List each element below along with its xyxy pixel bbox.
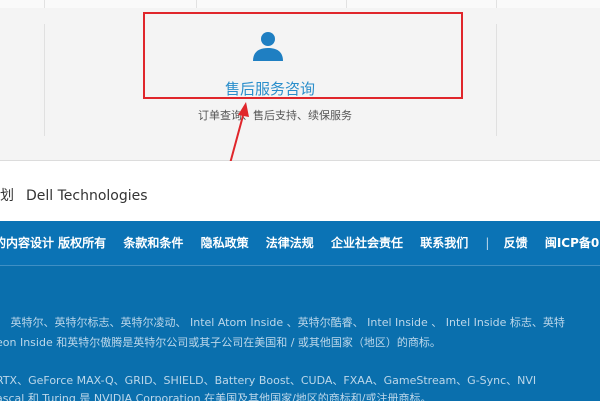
legal-text-line: eon Inside 和英特尔傲腾是英特尔公司或其子公司在美国和 / 或其他国家… <box>0 336 441 349</box>
breadcrumb-fragment: 划 <box>0 188 14 204</box>
divider <box>496 24 497 136</box>
divider <box>44 0 45 8</box>
footer-link-terms[interactable]: 条款和条件 <box>123 236 183 250</box>
footer-link-copyright[interactable]: 的内容设计 版权所有 <box>0 236 106 250</box>
user-icon[interactable] <box>250 30 286 62</box>
footer-link-feedback[interactable]: 反馈 <box>504 236 528 250</box>
legal-text-line: RTX、GeForce MAX-Q、GRID、SHIELD、Battery Bo… <box>0 374 537 387</box>
footer-link-contact[interactable]: 联系我们 <box>420 236 468 250</box>
pipe-divider: | <box>485 236 490 250</box>
legal-text-line: ascal 和 Turing 是 NVIDIA Corporation 在美国及… <box>0 392 432 401</box>
breadcrumb-company[interactable]: Dell Technologies <box>26 188 148 204</box>
footer-nav: 的内容设计 版权所有 条款和条件 隐私政策 法律法规 企业社会责任 联系我们 |… <box>0 221 600 265</box>
breadcrumb: 划 Dell Technologies <box>0 161 600 221</box>
divider <box>346 0 347 8</box>
divider <box>496 0 497 8</box>
footer-link-legal[interactable]: 法律法规 <box>266 236 314 250</box>
divider <box>196 0 197 8</box>
footer-legal: 、 英特尔、英特尔标志、英特尔凌动、 Intel Atom Inside 、英特… <box>0 265 600 401</box>
footer-link-privacy[interactable]: 隐私政策 <box>201 236 249 250</box>
footer-link-csr[interactable]: 企业社会责任 <box>331 236 403 250</box>
divider <box>44 24 45 136</box>
footer-link-icp[interactable]: 闽ICP备0503292 <box>545 236 600 250</box>
after-sales-service-link[interactable]: 售后服务咨询 <box>205 78 335 99</box>
legal-text-line: 、 英特尔、英特尔标志、英特尔凌动、 Intel Atom Inside 、英特… <box>0 316 565 329</box>
support-subtitle: 订单查询、售后支持、续保服务 <box>198 109 352 122</box>
